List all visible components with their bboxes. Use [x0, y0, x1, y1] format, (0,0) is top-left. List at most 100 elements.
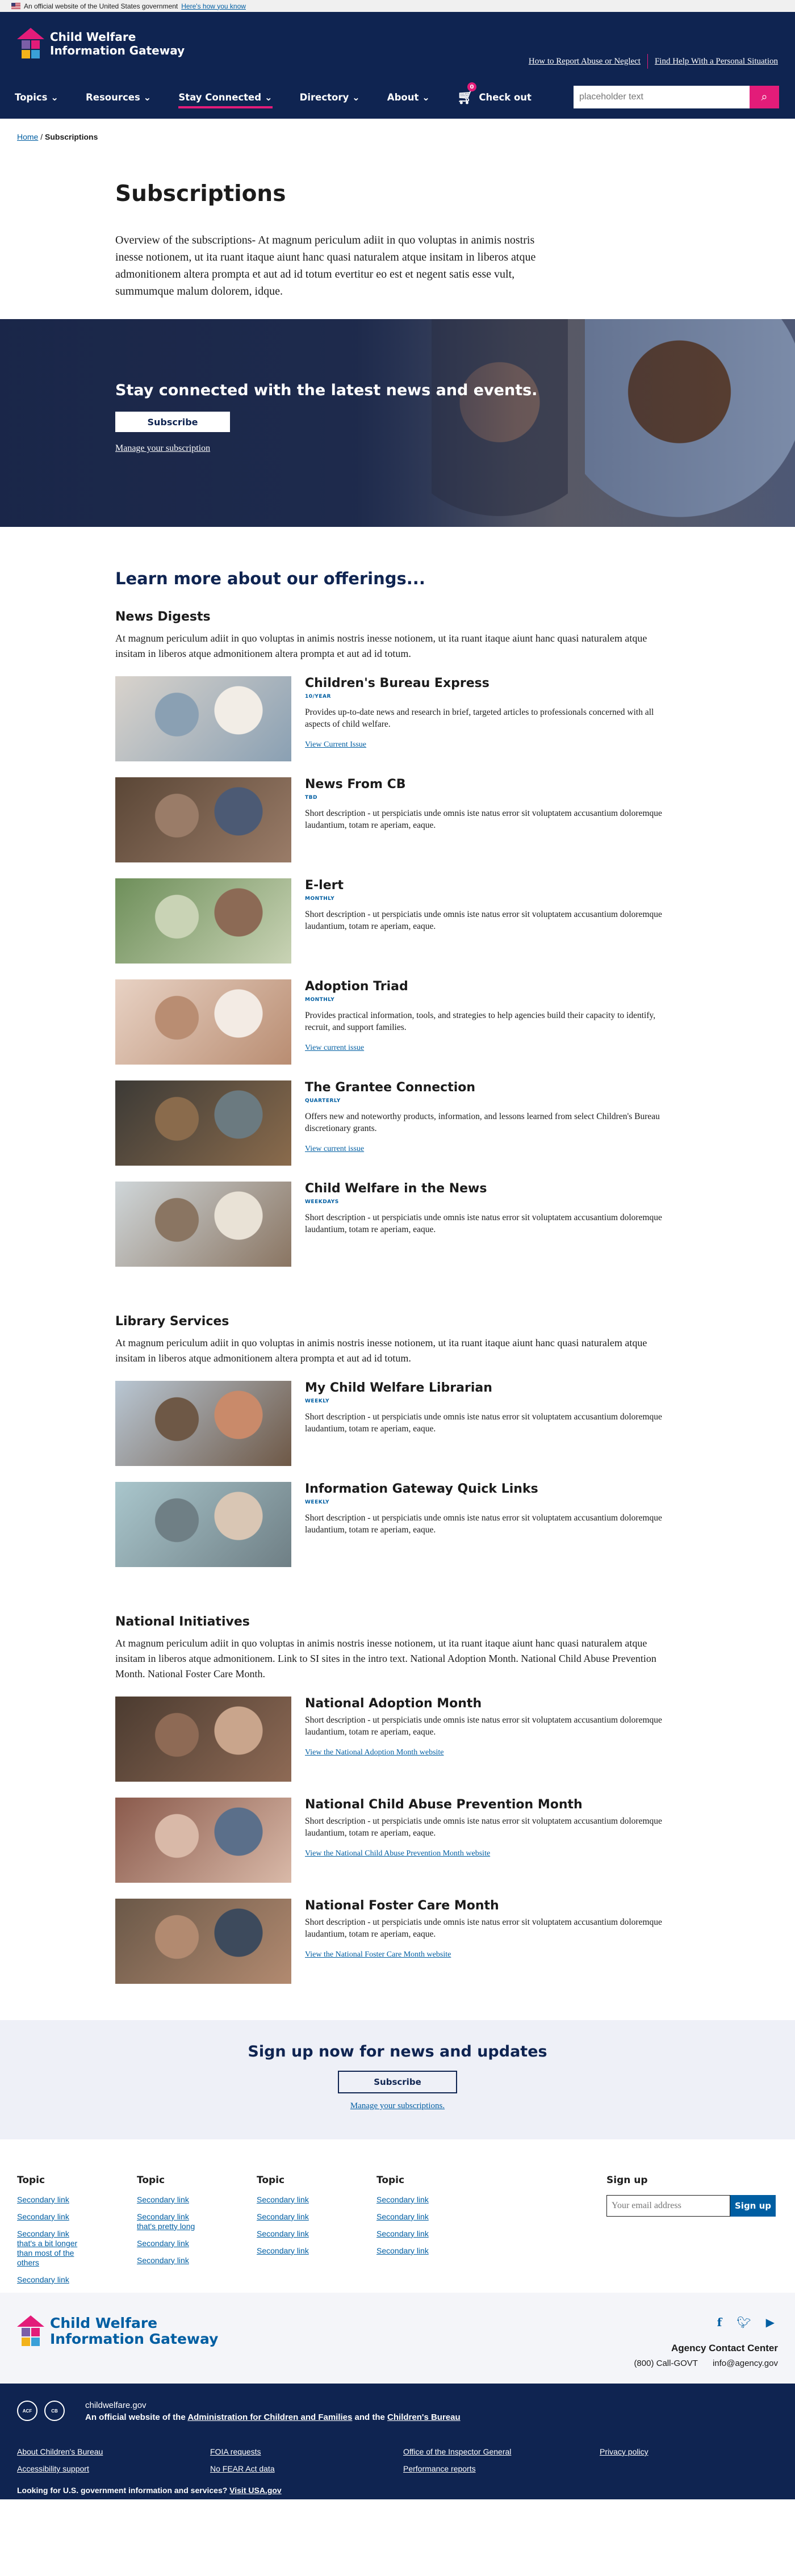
contact-phone[interactable]: (800) Call-GOVT [634, 2359, 698, 2368]
footer-signup-button[interactable]: Sign up [730, 2195, 776, 2217]
nav-topics[interactable]: Topics ⌄ [15, 92, 58, 103]
footer-link[interactable]: Secondary link [137, 2239, 199, 2248]
site-header: Child Welfare Information Gateway How to… [0, 12, 795, 119]
card-description: Short description - ut perspiciatis unde… [305, 1715, 662, 1737]
footer-column-title: Topic [17, 2175, 45, 2186]
footer-link[interactable]: Secondary link [137, 2256, 199, 2265]
search-button[interactable]: ⌕ [750, 86, 779, 108]
hero-subscribe-button[interactable]: Subscribe [115, 412, 230, 432]
report-abuse-link[interactable]: How to Report Abuse or Neglect [529, 57, 641, 66]
card-description: Short description - ut perspiciatis unde… [305, 1412, 662, 1434]
card-description: Offers new and noteworthy products, info… [305, 1112, 660, 1133]
footer-link[interactable]: Secondary link [376, 2246, 439, 2256]
breadcrumb-home[interactable]: Home [17, 132, 38, 141]
footer-link[interactable]: Secondary link [257, 2229, 319, 2239]
identifier-link[interactable]: Performance reports [403, 2464, 600, 2473]
footer-link[interactable]: Secondary link that's a bit longer than … [17, 2229, 80, 2268]
subscription-card: News From CB TBD Short description - ut pe… [115, 777, 683, 862]
card-photo [115, 979, 291, 1065]
us-flag-icon [11, 3, 20, 9]
usa-gov-link[interactable]: Visit USA.gov [229, 2486, 282, 2495]
nav-directory[interactable]: Directory ⌄ [300, 92, 360, 103]
contact-email[interactable]: info@agency.gov [713, 2359, 778, 2368]
footer-signup: Sign up Sign up [606, 2175, 776, 2293]
youtube-icon[interactable]: ▶ [766, 2315, 775, 2330]
footer-link[interactable]: Secondary link [17, 2212, 80, 2222]
footer-link[interactable]: Secondary link [376, 2195, 439, 2205]
footer-logo[interactable]: Child Welfare Information Gateway [17, 2315, 218, 2347]
footer-column: Topic Secondary link Secondary link Seconda… [257, 2175, 376, 2293]
search-input[interactable] [574, 86, 750, 108]
agency-contact: Agency Contact Center (800) Call-GOVT in… [634, 2343, 778, 2368]
card-description: Short description - ut perspiciatis unde… [305, 910, 662, 931]
manage-subscriptions-link[interactable]: Manage your subscriptions. [0, 2101, 795, 2111]
footer-link[interactable]: Secondary link [257, 2212, 319, 2222]
find-help-link[interactable]: Find Help With a Personal Situation [655, 57, 778, 66]
subscription-card: The Grantee Connection QUARTERLY Offers ne… [115, 1080, 683, 1166]
nav-about[interactable]: About ⌄ [387, 92, 430, 103]
card-frequency: 10/YEAR [305, 694, 331, 700]
search-icon: ⌕ [761, 90, 768, 103]
card-body: National Adoption Month Short description… [305, 1697, 668, 1782]
offering-group: National Initiatives At magnum periculum … [115, 1615, 683, 1984]
card-title: Child Welfare in the News [305, 1182, 487, 1196]
manage-subscription-link[interactable]: Manage your subscription [115, 443, 537, 454]
signup-section: Sign up now for news and updates Subscri… [0, 2020, 795, 2139]
group-title: National Initiatives [115, 1615, 250, 1629]
footer-link[interactable]: Secondary link [257, 2195, 319, 2205]
footer-brand: Child Welfare Information Gateway f 🐦︎ ▶… [0, 2293, 795, 2384]
acf-link[interactable]: Administration for Children and Families [187, 2412, 352, 2422]
card-body: News From CB TBD Short description - ut pe… [305, 777, 668, 862]
group-title: Library Services [115, 1314, 229, 1329]
card-frequency: WEEKLY [305, 1499, 330, 1505]
email-field[interactable] [606, 2195, 730, 2217]
subscription-card: National Foster Care Month Short descript… [115, 1899, 683, 1984]
card-description: Short description - ut perspiciatis unde… [305, 1213, 662, 1234]
footer-link[interactable]: Secondary link [17, 2275, 80, 2285]
card-link[interactable]: View the National Adoption Month website [305, 1748, 444, 1757]
facebook-icon[interactable]: f [717, 2315, 722, 2330]
main-nav: Topics ⌄ Resources ⌄ Stay Connected ⌄ Di… [15, 82, 532, 108]
identifier-link[interactable]: FOIA requests [210, 2447, 403, 2456]
site-logo[interactable]: Child Welfare Information Gateway [17, 28, 185, 60]
card-description: Provides up-to-date news and research in… [305, 707, 654, 729]
card-link[interactable]: View the National Child Abuse Prevention… [305, 1849, 490, 1858]
footer-link[interactable]: Secondary link [17, 2195, 80, 2205]
signup-subscribe-button[interactable]: Subscribe [338, 2071, 457, 2093]
footer-link[interactable]: Secondary link that's pretty long [137, 2212, 199, 2231]
twitter-icon[interactable]: 🐦︎ [737, 2315, 751, 2330]
gov-banner-link[interactable]: Here's how you know [181, 2, 246, 10]
card-body: Child Welfare in the News WEEKDAYS Short d… [305, 1182, 668, 1267]
card-link[interactable]: View current issue [305, 1145, 364, 1153]
card-link[interactable]: View current issue [305, 1044, 364, 1052]
footer-link[interactable]: Secondary link [137, 2195, 199, 2205]
identifier-link[interactable]: Office of the Inspector General [403, 2447, 600, 2456]
nav-resources[interactable]: Resources ⌄ [86, 92, 151, 103]
group-intro: At magnum periculum adiit in quo volupta… [115, 1337, 647, 1364]
identifier-link[interactable]: Privacy policy [600, 2447, 770, 2456]
identifier-link[interactable]: Accessibility support [17, 2464, 210, 2473]
offerings-section: Learn more about our offerings... News D… [115, 527, 683, 1984]
gov-banner: An official website of the United States… [0, 0, 795, 12]
card-link[interactable]: View the National Foster Care Month webs… [305, 1950, 451, 1959]
identifier-link[interactable]: About Children's Bureau [17, 2447, 210, 2456]
card-frequency: WEEKLY [305, 1398, 330, 1404]
nav-stay-connected[interactable]: Stay Connected ⌄ [178, 91, 273, 108]
chevron-down-icon: ⌄ [422, 91, 430, 103]
card-photo [115, 1381, 291, 1466]
identifier-link[interactable]: No FEAR Act data [210, 2464, 403, 2473]
subscription-card: Child Welfare in the News WEEKDAYS Short d… [115, 1182, 683, 1267]
cb-link[interactable]: Children's Bureau [387, 2412, 461, 2422]
footer-link[interactable]: Secondary link [257, 2246, 319, 2256]
chevron-down-icon: ⌄ [264, 91, 273, 103]
card-link[interactable]: View Current Issue [305, 740, 366, 749]
footer-column: Topic Secondary link Secondary link Seconda… [376, 2175, 496, 2293]
card-photo [115, 1798, 291, 1883]
checkout-button[interactable]: 🛒︎ 0 Check out [457, 82, 532, 105]
card-photo [115, 1899, 291, 1984]
footer-link[interactable]: Secondary link [376, 2212, 439, 2222]
footer-link[interactable]: Secondary link [376, 2229, 439, 2239]
logo-line-1: Child Welfare [50, 30, 136, 44]
identifier-domain: childwelfare.gov [85, 2401, 147, 2410]
